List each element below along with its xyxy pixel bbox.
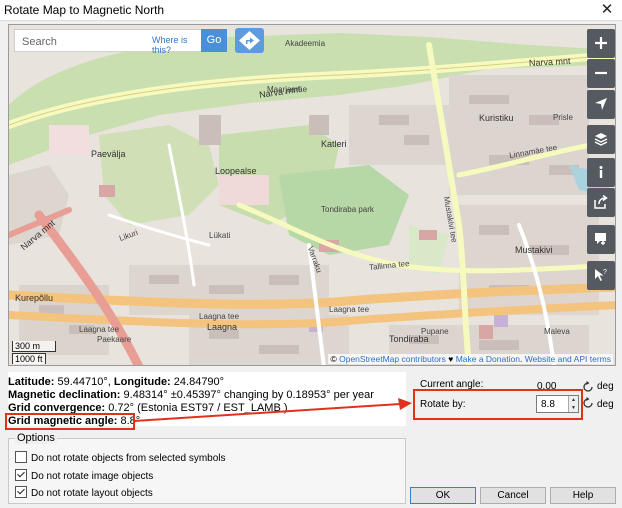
latitude-value: 59.44710°, <box>54 376 114 388</box>
cancel-button[interactable]: Cancel <box>480 487 546 504</box>
coordinates-line: Latitude: 59.44710°, Longitude: 24.84790… <box>8 376 224 388</box>
locate-icon <box>595 98 607 110</box>
rotate-icon <box>583 397 593 408</box>
layers-button[interactable] <box>587 125 615 154</box>
map-attribution: © OpenStreetMap contributors ♥ Make a Do… <box>328 354 613 364</box>
options-legend: Options <box>15 432 57 444</box>
map-label: Loopealse <box>215 166 257 176</box>
checkbox-checked[interactable] <box>15 469 27 481</box>
map-view[interactable]: Where is this? Go Narva mnt Narva mnt Na… <box>8 24 616 366</box>
query-icon: ? <box>595 269 607 281</box>
option-label: Do not rotate layout objects <box>31 488 153 499</box>
option-row[interactable]: Do not rotate objects from selected symb… <box>15 451 226 464</box>
search-input[interactable] <box>20 33 144 50</box>
zoom-out-icon <box>595 71 607 75</box>
option-row[interactable]: Do not rotate image objects <box>15 469 153 482</box>
map-canvas[interactable] <box>9 25 616 366</box>
svg-text:?: ? <box>603 269 607 276</box>
search-box: Where is this? <box>14 29 206 55</box>
info-button[interactable] <box>587 158 615 187</box>
window-title: Rotate Map to Magnetic North <box>4 3 165 17</box>
map-label: Paekaare <box>97 335 132 344</box>
ok-button[interactable]: OK <box>410 487 476 504</box>
osm-link[interactable]: OpenStreetMap contributors <box>339 354 446 364</box>
directions-button[interactable] <box>235 28 264 53</box>
info-icon <box>599 166 603 178</box>
map-label: Mustakivi <box>515 245 553 255</box>
rotate-by-highlight <box>413 389 583 420</box>
copyright-symbol: © <box>330 354 340 364</box>
terms-link[interactable]: Website and API terms <box>525 354 611 364</box>
map-label: Laagna tee <box>199 312 240 321</box>
comment-icon <box>595 233 606 245</box>
map-label: Katleri <box>321 139 347 149</box>
latitude-label: Latitude: <box>8 376 55 388</box>
rotate-icon <box>583 381 593 392</box>
share-icon <box>594 195 608 209</box>
declination-label: Magnetic declination: <box>8 389 121 401</box>
longitude-label: Longitude: <box>113 376 171 388</box>
layers-icon <box>594 133 608 146</box>
option-row[interactable]: Do not rotate layout objects <box>15 486 153 499</box>
where-is-this-link[interactable]: Where is this? <box>152 35 205 55</box>
donate-link[interactable]: Make a Donation <box>456 354 520 364</box>
map-label: Kuristiku <box>479 113 514 123</box>
map-label: Laagna tee <box>329 305 370 314</box>
map-label: Pupane <box>421 327 449 336</box>
share-button[interactable] <box>587 188 615 217</box>
deg-unit: deg <box>597 381 614 392</box>
option-label: Do not rotate image objects <box>31 471 154 482</box>
deg-unit: deg <box>597 399 614 410</box>
zoom-in-button[interactable] <box>587 29 615 58</box>
scale-imperial: 1000 ft <box>12 353 46 364</box>
map-label: Laagna <box>207 322 238 332</box>
locate-button[interactable] <box>587 90 615 119</box>
options-group: Options Do not rotate objects from selec… <box>8 432 406 504</box>
query-button[interactable]: ? <box>587 261 615 290</box>
checkbox-checked[interactable] <box>15 486 27 498</box>
close-button[interactable]: ✕ <box>598 1 616 19</box>
map-label: Tondiraba park <box>321 205 374 214</box>
longitude-value: 24.84790° <box>170 376 225 388</box>
map-label: Prisle <box>553 113 574 122</box>
map-label: Lükati <box>209 231 231 240</box>
map-label: Kurepõllu <box>15 293 54 303</box>
option-label: Do not rotate objects from selected symb… <box>31 453 226 464</box>
scale-metric: 300 m <box>12 341 56 352</box>
title-bar: Rotate Map to Magnetic North ✕ <box>0 0 622 21</box>
checkbox-unchecked[interactable] <box>15 451 27 463</box>
grid-angle-highlight <box>5 413 135 430</box>
map-label: Maleva <box>544 327 570 336</box>
map-label: Paevälja <box>91 149 126 159</box>
zoom-in-icon <box>595 37 607 49</box>
map-label: Laagna tee <box>79 325 120 334</box>
help-button[interactable]: Help <box>550 487 616 504</box>
go-button[interactable]: Go <box>201 29 227 52</box>
heart-icon: ♥ <box>448 354 454 364</box>
map-label: Akadeemia <box>285 39 326 48</box>
highlight-arrow <box>133 398 412 422</box>
directions-icon <box>239 31 260 50</box>
comment-button[interactable] <box>587 225 615 254</box>
map-label: Maarjamäe <box>267 85 308 94</box>
zoom-out-button[interactable] <box>587 59 615 88</box>
